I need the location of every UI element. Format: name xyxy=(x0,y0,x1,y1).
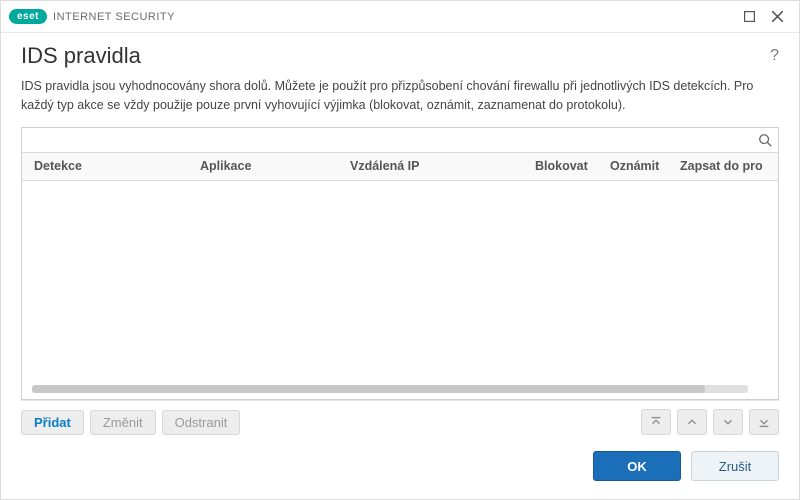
brand-logo-text: eset xyxy=(17,11,39,22)
help-icon: ? xyxy=(770,47,779,64)
brand-logo: eset xyxy=(9,9,47,24)
move-down-icon xyxy=(721,415,735,429)
rules-panel: Detekce Aplikace Vzdálená IP Blokovat Oz… xyxy=(21,127,779,401)
titlebar: eset INTERNET SECURITY xyxy=(1,1,799,33)
help-button[interactable]: ? xyxy=(770,43,779,65)
col-notify[interactable]: Oznámit xyxy=(602,159,672,173)
table-body xyxy=(22,181,778,400)
page-description: IDS pravidla jsou vyhodnocovány shora do… xyxy=(1,73,799,127)
col-log[interactable]: Zapsat do pro xyxy=(672,159,777,173)
move-up-icon xyxy=(685,415,699,429)
product-name: INTERNET SECURITY xyxy=(53,11,175,23)
window: eset INTERNET SECURITY IDS pravidla ? ID… xyxy=(0,0,800,500)
search-icon xyxy=(758,133,772,147)
dialog-footer: OK Zrušit xyxy=(1,435,799,499)
page-header: IDS pravidla ? xyxy=(1,33,799,73)
table-header: Detekce Aplikace Vzdálená IP Blokovat Oz… xyxy=(22,153,778,181)
edit-button[interactable]: Změnit xyxy=(90,410,156,435)
ok-button[interactable]: OK xyxy=(593,451,681,481)
move-up-button[interactable] xyxy=(677,409,707,435)
page-title: IDS pravidla xyxy=(21,43,770,69)
col-application[interactable]: Aplikace xyxy=(192,159,342,173)
col-remote-ip[interactable]: Vzdálená IP xyxy=(342,159,527,173)
move-bottom-icon xyxy=(757,415,771,429)
brand: eset INTERNET SECURITY xyxy=(9,9,175,24)
horizontal-scrollbar[interactable] xyxy=(32,385,748,393)
cancel-button[interactable]: Zrušit xyxy=(691,451,779,481)
col-block[interactable]: Blokovat xyxy=(527,159,602,173)
search-button[interactable] xyxy=(752,128,778,152)
add-button[interactable]: Přidat xyxy=(21,410,84,435)
move-top-icon xyxy=(649,415,663,429)
search-row xyxy=(22,128,778,153)
remove-button[interactable]: Odstranit xyxy=(162,410,241,435)
maximize-icon xyxy=(744,11,755,22)
rules-panel-wrap: Detekce Aplikace Vzdálená IP Blokovat Oz… xyxy=(1,127,799,436)
close-icon xyxy=(772,11,783,22)
move-top-button[interactable] xyxy=(641,409,671,435)
maximize-button[interactable] xyxy=(735,3,763,31)
move-down-button[interactable] xyxy=(713,409,743,435)
close-button[interactable] xyxy=(763,3,791,31)
rule-actions: Přidat Změnit Odstranit xyxy=(21,400,779,435)
col-detection[interactable]: Detekce xyxy=(22,159,192,173)
move-bottom-button[interactable] xyxy=(749,409,779,435)
search-input[interactable] xyxy=(22,128,752,152)
